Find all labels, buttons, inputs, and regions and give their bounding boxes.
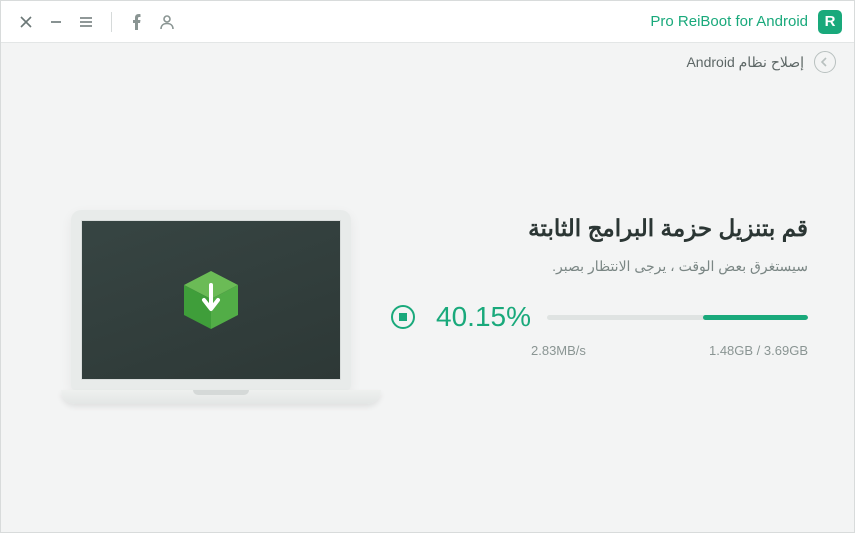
app-title: Pro ReiBoot for Android	[650, 13, 808, 30]
divider	[111, 12, 112, 32]
stop-button[interactable]	[391, 305, 415, 329]
laptop-screen	[71, 210, 351, 390]
stop-icon	[399, 313, 407, 321]
progress-percent: 40.15%	[431, 301, 531, 333]
page-heading: قم بتنزيل حزمة البرامج الثابتة	[391, 215, 808, 242]
back-button[interactable]	[814, 51, 836, 73]
download-box-icon	[176, 265, 246, 335]
laptop-illustration	[21, 210, 391, 404]
download-info: قم بتنزيل حزمة البرامج الثابتة سيستغرق ب…	[391, 215, 834, 398]
app-logo-icon: R	[818, 10, 842, 34]
breadcrumb: إصلاح نظام Android	[1, 43, 854, 81]
facebook-icon[interactable]	[124, 9, 150, 35]
progress-bar-wrap	[547, 315, 808, 320]
download-size: 1.48GB / 3.69GB	[709, 343, 808, 358]
minimize-button[interactable]	[43, 9, 69, 35]
titlebar: Pro ReiBoot for Android R	[1, 1, 854, 43]
page-subtext: سيستغرق بعض الوقت ، يرجى الانتظار بصبر.	[391, 258, 808, 275]
breadcrumb-label: إصلاح نظام Android	[686, 54, 804, 71]
download-stats: 2.83MB/s 1.48GB / 3.69GB	[391, 343, 808, 358]
close-button[interactable]	[13, 9, 39, 35]
download-speed: 2.83MB/s	[531, 343, 586, 358]
main-content: قم بتنزيل حزمة البرامج الثابتة سيستغرق ب…	[1, 81, 854, 532]
menu-button[interactable]	[73, 9, 99, 35]
progress-bar-fill	[703, 315, 808, 320]
progress-row: 40.15%	[391, 301, 808, 333]
account-icon[interactable]	[154, 9, 180, 35]
window-controls	[13, 9, 180, 35]
laptop-base	[61, 390, 381, 404]
progress-bar	[547, 315, 808, 320]
titlebar-brand: Pro ReiBoot for Android R	[650, 10, 842, 34]
